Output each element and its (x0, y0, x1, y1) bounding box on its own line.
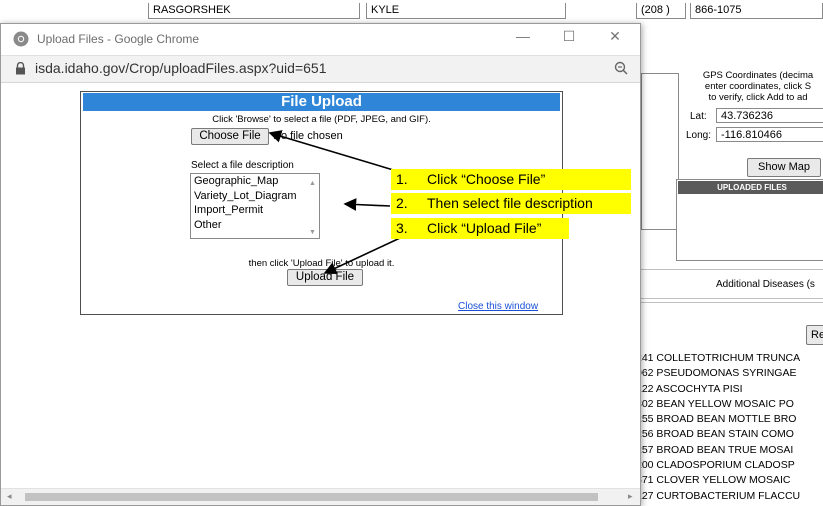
callout-step-1: 1. Click “Choose File” (391, 169, 631, 190)
callout-text: Then select file description (427, 195, 593, 211)
callout-text: Click “Choose File” (427, 171, 546, 187)
callout-text: Click “Upload File” (427, 220, 542, 236)
callout-number: 2. (396, 195, 408, 211)
callout-number: 1. (396, 171, 408, 187)
callout-number: 3. (396, 220, 408, 236)
callout-step-3: 3. Click “Upload File” (391, 218, 569, 239)
arrow-to-upload-file (323, 237, 401, 275)
arrow-to-description (343, 198, 391, 211)
callout-step-2: 2. Then select file description (391, 193, 631, 214)
arrow-to-choose-file (268, 130, 401, 173)
annotation-arrows (268, 130, 401, 275)
